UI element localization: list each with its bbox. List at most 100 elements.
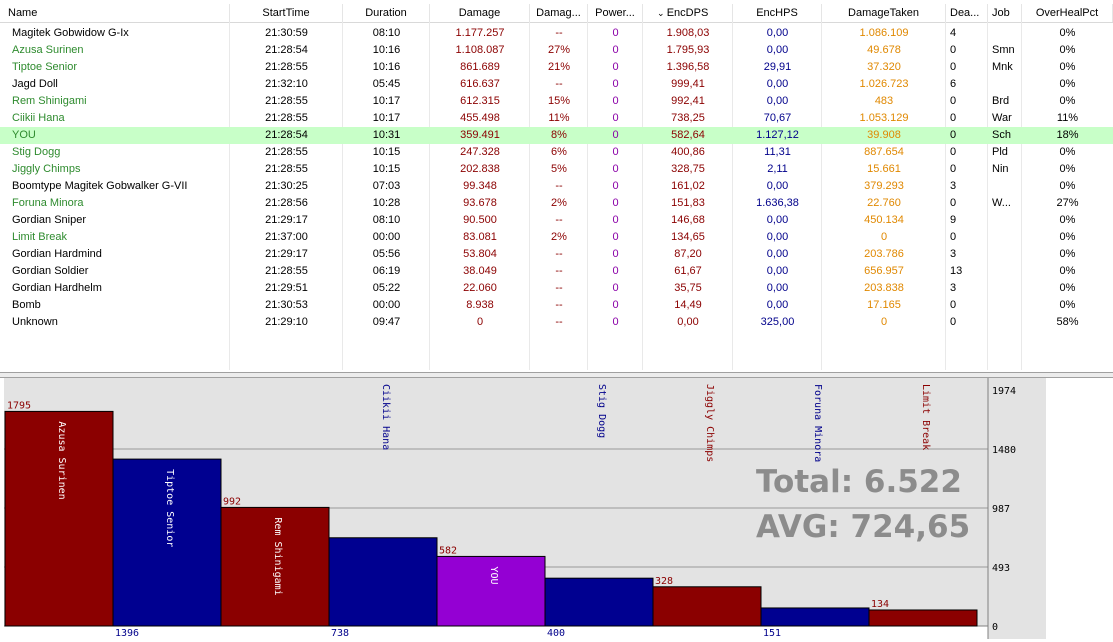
table-row[interactable]: Magitek Gobwidow G-Ix 21:30:59 08:10 1.177.… (0, 25, 1113, 42)
bar-value-label: 992 (223, 496, 241, 507)
cell-damage: 53.804 (463, 248, 497, 260)
column-header-enchps[interactable]: EncHPS (733, 4, 822, 22)
cell-damage: 99.348 (463, 180, 497, 192)
cell-enchps: 0,00 (766, 282, 789, 294)
cell-encdps: 400,86 (671, 146, 705, 158)
column-header-name[interactable]: Name (0, 4, 230, 22)
cell-start: 21:28:55 (265, 95, 308, 107)
cell-enchps: 0,00 (766, 27, 789, 39)
cell-job: W... (992, 197, 1011, 209)
cell-enchps: 0,00 (766, 44, 789, 56)
cell-start: 21:28:54 (265, 129, 308, 141)
cell-name: Azusa Surinen (12, 44, 84, 56)
cell-start: 21:29:17 (265, 214, 308, 226)
bar-stig-dogg (544, 577, 654, 627)
table-row[interactable]: Boomtype Magitek Gobwalker G-VII 21:30:25… (0, 178, 1113, 195)
cell-damage: 8.938 (466, 299, 494, 311)
cell-power: 0 (612, 44, 619, 56)
table-row[interactable]: Azusa Surinen 21:28:54 10:16 1.108.087 27% 0 1… (0, 42, 1113, 59)
table-row[interactable]: Bomb 21:30:53 00:00 8.938 -- 0 14,49 0,00 17.165… (0, 297, 1113, 314)
bar-value-label: 134 (871, 599, 889, 610)
cell-deaths: 6 (950, 78, 957, 90)
table-row[interactable]: Tiptoe Senior 21:28:55 10:16 861.689 21% 0 1.3… (0, 59, 1113, 76)
column-header-start[interactable]: StartTime (230, 4, 343, 22)
cell-deaths: 0 (950, 61, 957, 73)
combatant-table: Name StartTime Duration Damage Damag... Power… (0, 0, 1113, 372)
table-row[interactable]: Gordian Hardmind 21:29:17 05:56 53.804 -- 0 87… (0, 246, 1113, 263)
table-row-selected[interactable]: YOU 21:28:54 10:31 359.491 8% 0 582,64 1.127,12… (0, 127, 1113, 144)
cell-start: 21:37:00 (265, 231, 308, 243)
cell-power: 0 (612, 61, 619, 73)
cell-name: Bomb (12, 299, 41, 311)
cell-damage: 83.081 (463, 231, 497, 243)
cell-enchps: 0,00 (766, 95, 789, 107)
cell-duration: 00:00 (372, 231, 401, 243)
table-row[interactable]: Unknown 21:29:10 09:47 0 -- 0 0,00 325,00 0 0 58% (0, 314, 1113, 331)
cell-power: 0 (612, 112, 619, 124)
dps-chart: 1974 1480 987 493 0 1795 Azusa Surinen 1396 Tipt… (0, 378, 1113, 639)
cell-damage: 616.637 (460, 78, 500, 90)
cell-deaths: 0 (950, 129, 957, 141)
cell-damage_pct: 5% (551, 163, 567, 175)
y-tick-label: 493 (992, 563, 1010, 574)
table-row[interactable]: Ciikii Hana 21:28:55 10:17 455.498 11% 0 738,2… (0, 110, 1113, 127)
cell-name: Rem Shinigami (12, 95, 87, 107)
cell-name: Gordian Soldier (12, 265, 89, 277)
table-row[interactable]: Gordian Sniper 21:29:17 08:10 90.500 -- 0 146,… (0, 212, 1113, 229)
cell-job (988, 229, 1026, 246)
table-row[interactable]: Foruna Minora 21:28:56 10:28 93.678 2% 0 151,8… (0, 195, 1113, 212)
sort-descending-icon: ⌄ (657, 8, 665, 18)
cell-duration: 10:28 (372, 197, 401, 209)
cell-taken: 1.086.109 (859, 27, 909, 39)
y-tick-label: 987 (992, 504, 1010, 515)
table-row[interactable]: Rem Shinigami 21:28:55 10:17 612.315 15% 0 992… (0, 93, 1113, 110)
cell-start: 21:28:55 (265, 61, 308, 73)
table-row[interactable]: Gordian Hardhelm 21:29:51 05:22 22.060 -- 0 35… (0, 280, 1113, 297)
cell-taken: 379.293 (864, 180, 904, 192)
table-row[interactable]: Gordian Soldier 21:28:55 06:19 38.049 -- 0 61,… (0, 263, 1113, 280)
bar-value-label: 738 (331, 628, 349, 639)
cell-power: 0 (612, 78, 619, 90)
column-header-deaths[interactable]: Dea... (946, 4, 988, 22)
cell-job (988, 246, 1026, 263)
cell-duration: 08:10 (372, 214, 401, 226)
column-header-damage_pct[interactable]: Damag... (530, 4, 588, 22)
cell-damage: 38.049 (463, 265, 497, 277)
cell-power: 0 (612, 146, 619, 158)
cell-damage: 612.315 (460, 95, 500, 107)
cell-overheal: 0% (1059, 214, 1076, 226)
column-header-power[interactable]: Power... (588, 4, 643, 22)
cell-job: Nin (992, 163, 1009, 175)
cell-name: Limit Break (12, 231, 68, 243)
cell-job: Sch (992, 129, 1011, 141)
y-tick-label: 1974 (992, 386, 1016, 397)
cell-damage_pct: -- (555, 282, 563, 294)
column-header-job[interactable]: Job (988, 4, 1022, 22)
table-row[interactable]: Jagd Doll 21:32:10 05:45 616.637 -- 0 999,41 0,… (0, 76, 1113, 93)
cell-taken: 1.026.723 (859, 78, 909, 90)
cell-name: Stig Dogg (12, 146, 61, 158)
cell-deaths: 0 (950, 231, 957, 243)
cell-power: 0 (612, 95, 619, 107)
cell-duration: 10:17 (372, 112, 401, 124)
cell-encdps: 35,75 (674, 282, 702, 294)
cell-name: YOU (12, 129, 36, 141)
total-label: Total: 6.522 (756, 464, 962, 500)
cell-job (988, 280, 1026, 297)
column-header-damage[interactable]: Damage (430, 4, 530, 22)
cell-enchps: 325,00 (760, 316, 795, 328)
cell-deaths: 3 (950, 282, 957, 294)
cell-start: 21:30:25 (265, 180, 308, 192)
table-row[interactable]: Limit Break 21:37:00 00:00 83.081 2% 0 134,65 0… (0, 229, 1113, 246)
table-row[interactable]: Jiggly Chimps 21:28:55 10:15 202.838 5% 0 328,… (0, 161, 1113, 178)
table-row[interactable]: Stig Dogg 21:28:55 10:15 247.328 6% 0 400,86 11… (0, 144, 1113, 161)
cell-encdps: 87,20 (674, 248, 702, 260)
column-header-taken[interactable]: DamageTaken (822, 4, 946, 22)
column-header-duration[interactable]: Duration (343, 4, 430, 22)
cell-power: 0 (612, 265, 619, 277)
cell-power: 0 (612, 214, 619, 226)
column-header-overheal[interactable]: OverHealPct (1022, 4, 1113, 22)
cell-start: 21:28:56 (265, 197, 308, 209)
cell-job (988, 178, 1026, 195)
cell-name: Gordian Sniper (12, 214, 86, 226)
